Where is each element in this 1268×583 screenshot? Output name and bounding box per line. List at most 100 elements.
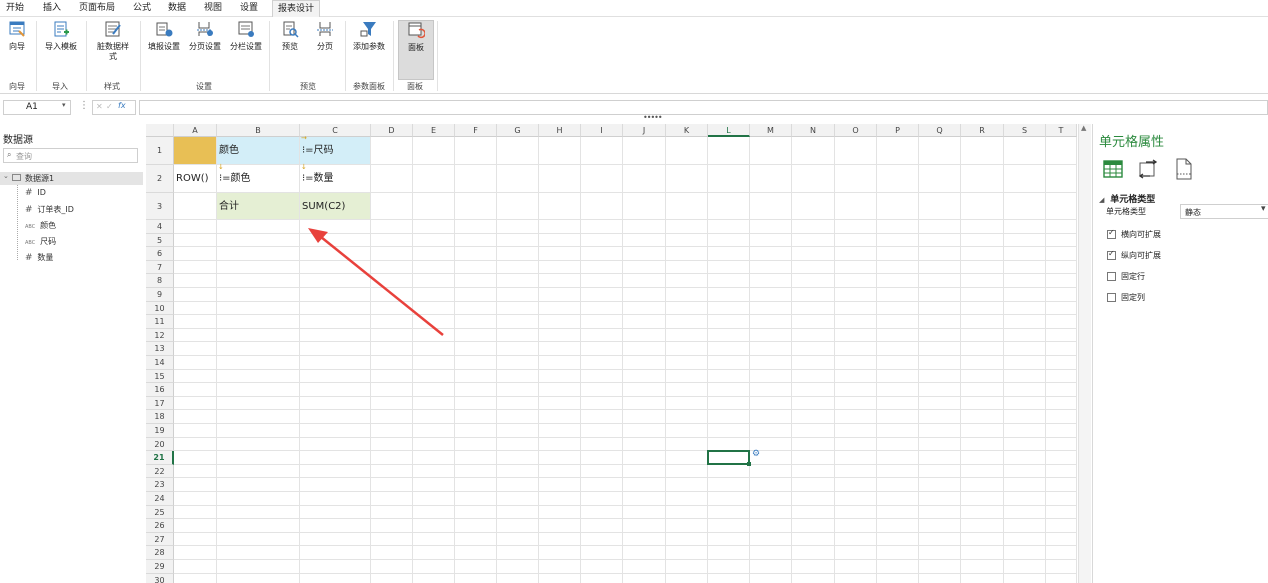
dirty-data-style-icon xyxy=(105,21,121,37)
import-template-icon xyxy=(54,21,69,37)
group-label-panel: 面板 xyxy=(407,82,423,91)
preview-button[interactable]: 预览 xyxy=(276,20,304,52)
group-divider xyxy=(86,21,87,91)
dirty-data-style-label: 脏数据样式 xyxy=(97,42,129,61)
more-options-icon[interactable]: ⋮ xyxy=(79,100,89,111)
column-settings-icon xyxy=(238,21,254,37)
cell-type-select[interactable]: 静态 ▾ xyxy=(1180,204,1268,219)
paging-button[interactable]: 分页 xyxy=(311,20,339,52)
add-param-label: 添加参数 xyxy=(353,42,385,51)
cell-type-section[interactable]: ◢ 单元格类型 xyxy=(1099,192,1155,205)
import-template-button[interactable]: 导入模板 xyxy=(42,20,80,52)
name-box[interactable]: A1 ▾ xyxy=(3,100,71,115)
field-item[interactable]: # 数量 xyxy=(25,252,53,263)
cell-type-section-label: 单元格类型 xyxy=(1110,195,1156,205)
panel-label: 面板 xyxy=(408,43,424,52)
group-divider xyxy=(393,21,394,91)
field-label: 颜色 xyxy=(40,221,57,230)
datasource-search[interactable]: ⌕ 查询 xyxy=(3,148,138,163)
funnel-icon xyxy=(360,22,376,37)
menu-start[interactable]: 开始 xyxy=(6,0,24,16)
annotation-arrow xyxy=(308,228,444,336)
ribbon: 向导 导入模板 脏数据样式 填报设置 分页设置 分栏设置 预览 分页 添加参数 xyxy=(0,17,1268,94)
checkbox-checked-icon[interactable] xyxy=(1107,228,1116,239)
number-type-icon: # xyxy=(25,253,33,263)
option-fixed-row[interactable]: 固定行 xyxy=(1107,271,1145,282)
field-item[interactable]: # ID xyxy=(25,188,46,198)
search-placeholder: 查询 xyxy=(16,152,32,161)
group-divider xyxy=(437,21,438,91)
splitter-handle[interactable]: ••••• xyxy=(643,113,663,122)
panel-icon xyxy=(408,22,425,39)
add-param-button[interactable]: 添加参数 xyxy=(350,20,388,52)
field-item[interactable]: ABC 颜色 xyxy=(25,220,56,231)
fx-icon[interactable]: fx xyxy=(118,101,126,110)
checkbox-checked-icon[interactable] xyxy=(1107,249,1116,260)
group-divider xyxy=(345,21,346,91)
column-settings-button[interactable]: 分栏设置 xyxy=(228,20,264,52)
field-item[interactable]: # 订单表_ID xyxy=(25,204,74,215)
cell-properties-panel: 单元格属性 ◢ 单元格类型 单元格类型 静态 ▾ 横向可扩展 纵向可扩展 固定行… xyxy=(1092,124,1268,583)
menu-formula[interactable]: 公式 xyxy=(133,0,151,16)
datasource-panel: 数据源 ⌕ 查询 ⌄ 数据源1 # ID # 订单表_ID ABC 颜色 ABC… xyxy=(0,125,147,583)
menu-page-layout[interactable]: 页面布局 xyxy=(79,0,115,16)
arrow-shaft xyxy=(320,236,444,336)
collapse-triangle-icon: ◢ xyxy=(1099,196,1105,204)
text-type-icon: ABC xyxy=(25,224,36,230)
swap-arrows-icon xyxy=(1138,159,1158,179)
option-horizontal-expand[interactable]: 横向可扩展 xyxy=(1107,228,1161,240)
cell-type-tab[interactable] xyxy=(1103,160,1123,181)
vertical-scrollbar[interactable]: ▲ xyxy=(1078,124,1091,583)
cancel-icon[interactable]: ✕ xyxy=(96,102,103,111)
option-label: 固定行 xyxy=(1121,272,1145,281)
fill-settings-label: 填报设置 xyxy=(148,42,180,51)
wizard-button[interactable]: 向导 xyxy=(5,20,29,52)
chevron-down-icon[interactable]: ▾ xyxy=(1261,204,1266,214)
datasource-title: 数据源 xyxy=(3,135,33,146)
document-icon xyxy=(1176,158,1192,180)
group-divider xyxy=(269,21,270,91)
option-fixed-column[interactable]: 固定列 xyxy=(1107,292,1145,303)
collapse-arrow-icon[interactable]: ⌄ xyxy=(3,172,9,180)
wizard-label: 向导 xyxy=(9,42,25,51)
menu-report-design[interactable]: 报表设计 xyxy=(272,0,321,17)
fill-settings-button[interactable]: 填报设置 xyxy=(146,20,182,52)
dirty-data-style-button[interactable]: 脏数据样式 xyxy=(93,20,133,62)
group-label-preview: 预览 xyxy=(300,82,316,91)
menu-insert[interactable]: 插入 xyxy=(43,0,61,16)
import-template-label: 导入模板 xyxy=(45,42,77,51)
spreadsheet-grid[interactable]: A B C D E F G H I J K L M N O P Q R S T 1 2 3 4 5 6 7 8 9 10 11 12 13 14 1… xyxy=(146,124,1077,583)
formula-input[interactable] xyxy=(139,100,1268,115)
field-label: ID xyxy=(37,188,46,197)
menu-data[interactable]: 数据 xyxy=(168,0,186,16)
option-label: 纵向可扩展 xyxy=(1121,251,1161,260)
grid-table-icon xyxy=(1103,160,1123,178)
panel-button[interactable]: 面板 xyxy=(398,20,434,80)
datasource-root[interactable]: ⌄ 数据源1 xyxy=(0,172,143,185)
number-type-icon: # xyxy=(25,205,33,215)
checkbox-unchecked-icon[interactable] xyxy=(1107,272,1116,281)
cell-props-title: 单元格属性 xyxy=(1099,135,1165,150)
page-settings-label: 分页设置 xyxy=(189,42,221,51)
menu-settings[interactable]: 设置 xyxy=(240,0,258,16)
field-item[interactable]: ABC 尺码 xyxy=(25,236,56,247)
menu-view[interactable]: 视图 xyxy=(204,0,222,16)
group-label-param-panel: 参数面板 xyxy=(353,82,385,91)
chevron-down-icon[interactable]: ▾ xyxy=(62,101,66,109)
search-icon: ⌕ xyxy=(7,150,12,159)
field-label: 订单表_ID xyxy=(37,205,74,214)
paging-icon xyxy=(317,22,333,36)
field-label: 数量 xyxy=(37,253,54,262)
group-label-import: 导入 xyxy=(52,82,68,91)
cell-ref-text: A1 xyxy=(26,102,38,112)
page-settings-button[interactable]: 分页设置 xyxy=(187,20,223,52)
option-vertical-expand[interactable]: 纵向可扩展 xyxy=(1107,249,1161,261)
scroll-up-arrow-icon[interactable]: ▲ xyxy=(1081,124,1086,132)
checkbox-unchecked-icon[interactable] xyxy=(1107,293,1116,302)
page-tab[interactable] xyxy=(1174,158,1194,183)
tree-line xyxy=(17,185,19,260)
group-label-style: 样式 xyxy=(104,82,120,91)
expand-tab[interactable] xyxy=(1137,159,1159,182)
paging-label: 分页 xyxy=(317,42,333,51)
confirm-icon[interactable]: ✓ xyxy=(106,102,113,111)
